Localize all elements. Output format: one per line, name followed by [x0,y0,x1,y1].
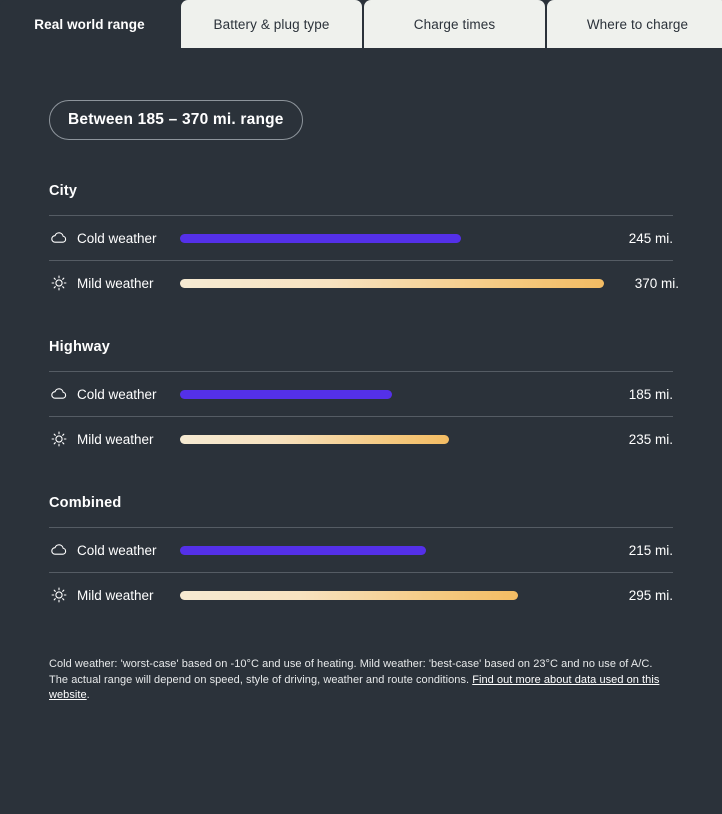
row-label: Cold weather [77,542,157,558]
range-bar-cold [180,389,392,399]
range-row: Mild weather 295 mi. [49,572,673,617]
cloud-icon [49,228,69,248]
range-bar-mild [180,590,519,600]
range-row: Cold weather 245 mi. [49,215,673,260]
row-label-group: Cold weather [49,384,180,404]
row-label-group: Mild weather [49,273,180,293]
range-bar-mild [180,278,604,288]
section-title: Combined [49,495,122,511]
range-bar-cold [180,233,461,243]
tab-label: Battery & plug type [213,16,330,32]
panel-content: Between 185 – 370 mi. range City Cold wea… [0,48,722,704]
disclaimer-note: Cold weather: 'worst-case' based on -10°… [49,657,673,704]
row-label: Mild weather [77,275,154,291]
tab-charge-times[interactable]: Charge times [364,0,545,48]
cloud-icon [49,540,69,560]
tab-label: Where to charge [586,16,689,32]
sun-icon [49,429,69,449]
range-value: 215 mi. [628,542,673,558]
range-section: City Cold weather 245 mi. Mild weather 370 m… [49,183,679,305]
range-bar-track [180,540,598,560]
range-row: Mild weather 235 mi. [49,416,673,461]
range-bar-mild [180,434,450,444]
range-summary-pill: Between 185 – 370 mi. range [49,100,303,140]
range-value: 245 mi. [628,230,673,246]
range-bar-track [180,273,604,293]
range-bar-track [180,384,598,404]
tab-where-to-charge[interactable]: Where to charge [547,0,722,48]
tab-label: Charge times [413,16,496,32]
range-bar-cold [180,545,427,555]
row-label-group: Mild weather [49,429,180,449]
row-label-group: Cold weather [49,228,180,248]
range-sections: City Cold weather 245 mi. Mild weather 370 m… [49,183,679,617]
tab-label: Real world range [34,16,145,32]
sun-icon [49,273,69,293]
range-row: Cold weather 185 mi. [49,371,673,416]
range-value: 370 mi. [634,275,679,291]
tab-battery-and-plug-type[interactable]: Battery & plug type [181,0,362,48]
range-bar-track [180,228,598,248]
disclaimer-text-end: . [86,689,90,702]
range-value: 185 mi. [628,386,673,402]
range-value: 235 mi. [628,431,673,447]
tab-bar: Real world range Battery & plug type Cha… [0,0,722,48]
row-label: Mild weather [77,587,154,603]
range-row: Cold weather 215 mi. [49,527,673,572]
row-label: Cold weather [77,386,157,402]
section-title: City [49,183,78,199]
range-bar-track [180,429,598,449]
range-row: Mild weather 370 mi. [49,260,679,305]
real-world-range-panel: Real world range Battery & plug type Cha… [0,0,722,814]
range-section: Highway Cold weather 185 mi. Mild weather 23… [49,339,673,461]
range-section: Combined Cold weather 215 mi. Mild weather 2… [49,495,673,617]
cloud-icon [49,384,69,404]
sun-icon [49,585,69,605]
row-label: Mild weather [77,431,154,447]
tab-real-world-range[interactable]: Real world range [0,0,179,48]
row-label-group: Mild weather [49,585,180,605]
row-label-group: Cold weather [49,540,180,560]
range-value: 295 mi. [628,587,673,603]
section-title: Highway [49,339,111,355]
row-label: Cold weather [77,230,157,246]
range-summary-label: Between 185 – 370 mi. range [68,111,284,128]
range-bar-track [180,585,598,605]
